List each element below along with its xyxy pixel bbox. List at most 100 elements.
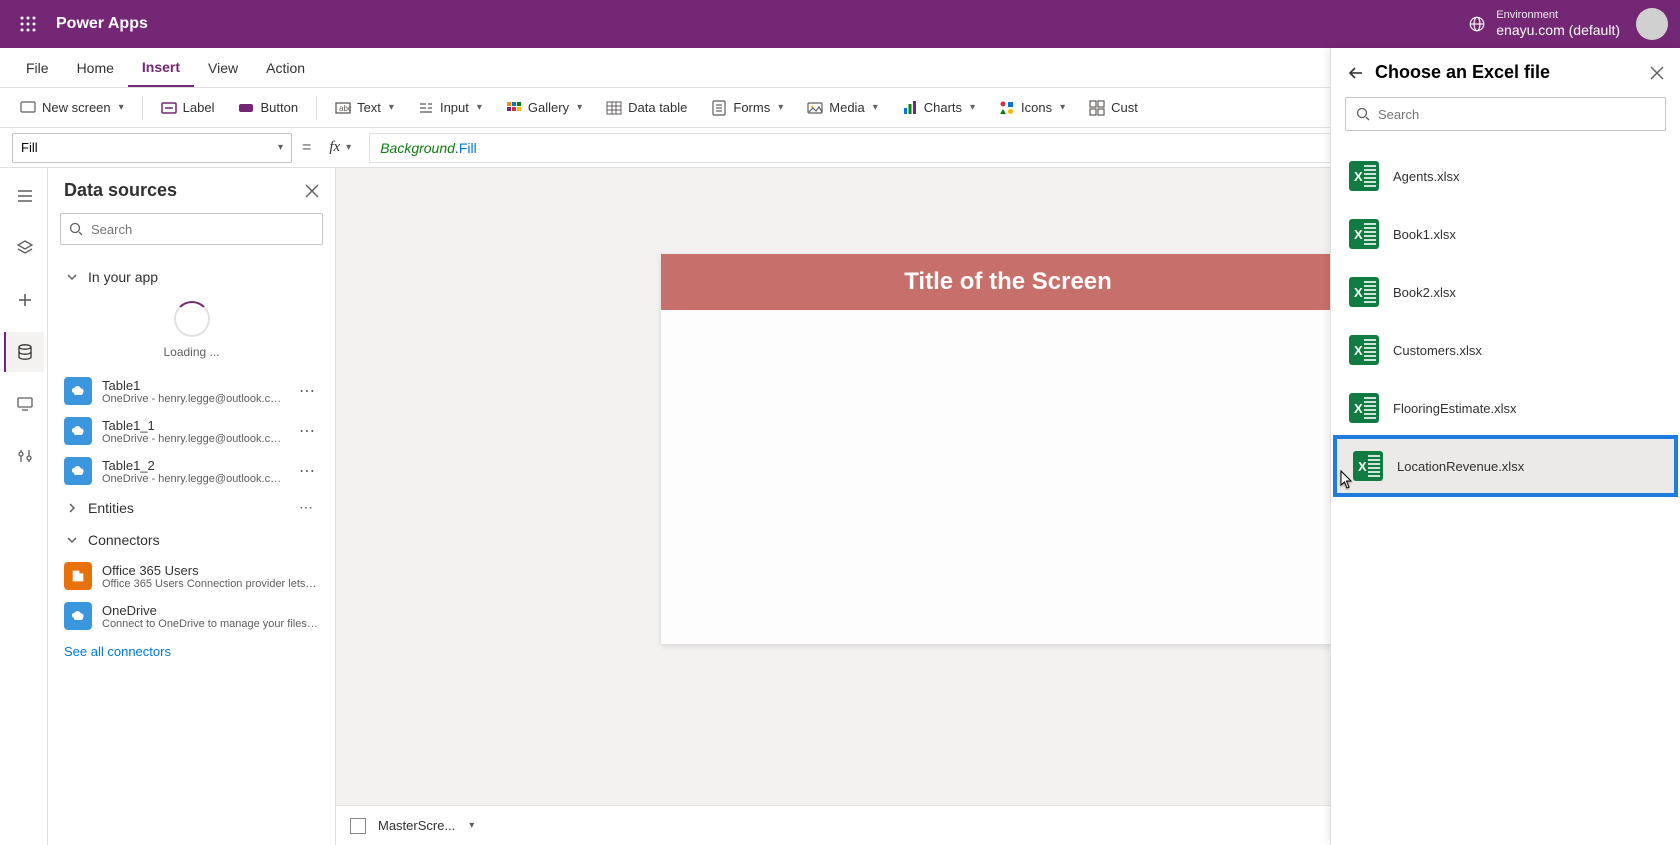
rail-data-button[interactable] [4, 332, 44, 372]
data-sources-search[interactable] [60, 213, 323, 245]
entities-section[interactable]: Entities ⋯ [60, 491, 323, 524]
custom-icon [1089, 100, 1105, 116]
rail-media-button[interactable] [4, 384, 44, 424]
separator [316, 96, 317, 120]
new-screen-button[interactable]: New screen ▾ [10, 88, 134, 127]
environment-label: Environment [1496, 9, 1620, 22]
excel-file-item[interactable]: Customers.xlsx [1331, 321, 1680, 379]
screen-title-bar[interactable]: Title of the Screen [661, 254, 1355, 310]
in-your-app-section[interactable]: In your app [60, 261, 323, 293]
more-button[interactable]: ⋯ [295, 421, 319, 441]
chevron-down-icon: ▾ [778, 102, 783, 113]
waffle-icon [20, 16, 36, 32]
chevron-down-icon: ▾ [477, 102, 482, 113]
new-screen-icon [20, 100, 36, 116]
excel-file-icon [1349, 219, 1379, 249]
icons-button[interactable]: Icons ▾ [989, 88, 1075, 127]
more-button[interactable]: ⋯ [295, 381, 319, 401]
data-source-item[interactable]: Table1_2 OneDrive - henry.legge@outlook.… [60, 451, 323, 491]
onedrive-icon [64, 602, 92, 630]
button-icon [238, 100, 254, 116]
menu-action[interactable]: Action [252, 48, 319, 87]
more-button[interactable]: ⋯ [295, 499, 317, 516]
app-launcher-button[interactable] [12, 8, 44, 40]
menu-home[interactable]: Home [63, 48, 128, 87]
office365-icon [64, 562, 92, 590]
excel-file-item[interactable]: Agents.xlsx [1331, 147, 1680, 205]
app-screen[interactable]: Title of the Screen [661, 254, 1355, 644]
rail-insert-button[interactable] [4, 280, 44, 320]
menu-insert[interactable]: Insert [128, 48, 194, 87]
layers-icon [16, 239, 34, 257]
excel-file-icon [1353, 451, 1383, 481]
excel-file-icon [1349, 277, 1379, 307]
connector-item[interactable]: OneDrive Connect to OneDrive to manage y… [60, 596, 323, 636]
data-sources-search-input[interactable] [91, 222, 314, 237]
chevron-down-icon: ▾ [873, 102, 878, 113]
monitor-icon [16, 395, 34, 413]
excel-file-item[interactable]: Book2.xlsx [1331, 263, 1680, 321]
connector-item[interactable]: Office 365 Users Office 365 Users Connec… [60, 556, 323, 596]
chevron-down-icon: ▾ [119, 102, 124, 113]
icons-icon [999, 100, 1015, 116]
input-button[interactable]: Input ▾ [408, 88, 492, 127]
search-icon [1356, 107, 1370, 121]
forms-button[interactable]: Forms ▾ [701, 88, 793, 127]
data-table-icon [606, 100, 622, 116]
environment-picker[interactable]: Environment enayu.com (default) [1468, 9, 1620, 39]
more-button[interactable]: ⋯ [295, 461, 319, 481]
data-source-item[interactable]: Table1_1 OneDrive - henry.legge@outlook.… [60, 411, 323, 451]
excel-search-input[interactable] [1378, 107, 1655, 122]
input-icon [418, 100, 434, 116]
property-selector[interactable]: Fill ▾ [12, 133, 292, 163]
screen-name-label[interactable]: MasterScre... [378, 818, 455, 833]
connectors-section[interactable]: Connectors [60, 524, 323, 556]
user-avatar[interactable] [1636, 8, 1668, 40]
media-button[interactable]: Media ▾ [797, 88, 887, 127]
charts-button[interactable]: Charts ▾ [892, 88, 985, 127]
forms-icon [711, 100, 727, 116]
fx-button[interactable]: fx ▾ [321, 139, 359, 156]
label-icon [161, 100, 177, 116]
separator [142, 96, 143, 120]
gallery-icon [506, 100, 522, 116]
rail-layers-button[interactable] [4, 228, 44, 268]
onedrive-icon [64, 377, 92, 405]
excel-file-list: Agents.xlsx Book1.xlsx Book2.xlsx Custom… [1331, 141, 1680, 845]
text-button[interactable]: abc Text ▾ [325, 88, 404, 127]
menu-file[interactable]: File [12, 48, 63, 87]
see-all-connectors-link[interactable]: See all connectors [60, 636, 323, 667]
button-button[interactable]: Button [228, 88, 308, 127]
left-rail [0, 168, 48, 845]
label-button[interactable]: Label [151, 88, 225, 127]
chevron-down-icon [66, 534, 78, 546]
excel-panel-title: Choose an Excel file [1375, 62, 1640, 83]
data-source-item[interactable]: Table1 OneDrive - henry.legge@outlook.co… [60, 371, 323, 411]
chevron-down-icon[interactable]: ▾ [469, 820, 474, 831]
charts-icon [902, 100, 918, 116]
custom-button[interactable]: Cust [1079, 88, 1148, 127]
plus-icon [16, 291, 34, 309]
rail-advanced-button[interactable] [4, 436, 44, 476]
close-excel-panel-button[interactable] [1650, 66, 1664, 80]
excel-file-icon [1349, 161, 1379, 191]
media-icon [807, 100, 823, 116]
data-table-button[interactable]: Data table [596, 88, 697, 127]
excel-search[interactable] [1345, 97, 1666, 131]
chevron-down-icon: ▾ [389, 102, 394, 113]
excel-file-item[interactable]: FlooringEstimate.xlsx [1331, 379, 1680, 437]
excel-file-item[interactable]: LocationRevenue.xlsx [1335, 437, 1676, 495]
menu-view[interactable]: View [194, 48, 252, 87]
close-panel-button[interactable] [305, 184, 319, 198]
text-icon: abc [335, 100, 351, 116]
equals-sign: = [302, 139, 311, 157]
gallery-button[interactable]: Gallery ▾ [496, 88, 592, 127]
back-button[interactable] [1347, 64, 1365, 82]
selection-checkbox[interactable] [350, 818, 366, 834]
close-icon [1650, 66, 1664, 80]
rail-tree-button[interactable] [4, 176, 44, 216]
environment-name: enayu.com (default) [1496, 22, 1620, 39]
excel-file-item[interactable]: Book1.xlsx [1331, 205, 1680, 263]
onedrive-icon [64, 417, 92, 445]
chevron-down-icon: ▾ [346, 142, 351, 153]
